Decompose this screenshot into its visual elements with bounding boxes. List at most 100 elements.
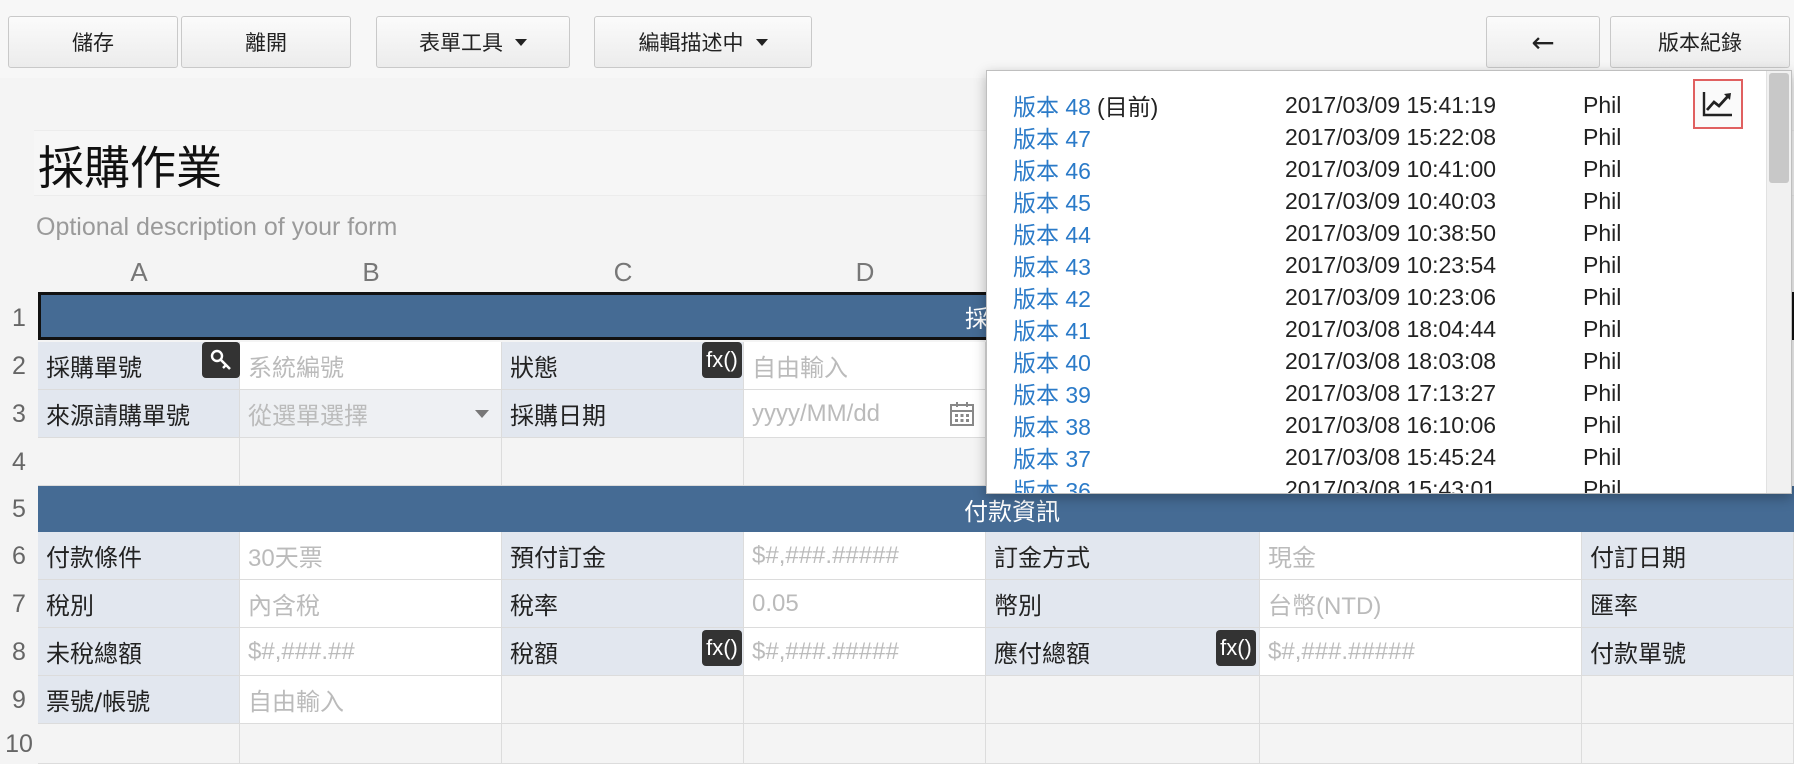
chevron-down-icon	[475, 410, 489, 418]
row-header-3[interactable]: 3	[0, 390, 38, 438]
cell-c3[interactable]: 採購日期	[502, 390, 744, 438]
version-date: 2017/03/08 17:13:27	[1285, 379, 1497, 406]
column-header-c[interactable]: C	[502, 252, 744, 292]
version-link[interactable]: 版本 45	[1013, 184, 1091, 218]
row-header-5[interactable]: 5	[0, 486, 38, 532]
cell-a9[interactable]: 票號/帳號	[38, 676, 240, 724]
version-row: 版本 36 2017/03/08 15:43:01 Phil	[1013, 472, 1621, 494]
cell-a6[interactable]: 付款條件	[38, 532, 240, 580]
column-header-d[interactable]: D	[744, 252, 986, 292]
cell-b7-input[interactable]: 內含稅	[240, 580, 502, 628]
version-date: 2017/03/08 18:04:44	[1285, 315, 1497, 342]
version-link[interactable]: 版本 46	[1013, 152, 1091, 186]
cell-d3-date-input[interactable]: yyyy/MM/dd	[744, 390, 986, 438]
edit-description-dropdown[interactable]: 編輯描述中	[594, 16, 812, 68]
cell-f10[interactable]	[1260, 724, 1582, 764]
leave-button[interactable]: 離開	[181, 16, 351, 68]
version-date: 2017/03/09 10:40:03	[1285, 187, 1497, 214]
cell-e6[interactable]: 訂金方式	[986, 532, 1260, 580]
cell-a3[interactable]: 來源請購單號	[38, 390, 240, 438]
cell-a10[interactable]	[38, 724, 240, 764]
version-date: 2017/03/09 10:23:06	[1285, 283, 1497, 310]
version-link[interactable]: 版本 38	[1013, 408, 1091, 442]
version-link[interactable]: 版本 36	[1013, 472, 1091, 493]
calendar-icon[interactable]	[949, 401, 975, 427]
row-header-6[interactable]: 6	[0, 532, 38, 580]
back-button[interactable]: ←	[1486, 16, 1600, 68]
cell-g6[interactable]: 付訂日期	[1582, 532, 1794, 580]
cell-c9[interactable]	[502, 676, 744, 724]
cell-a7[interactable]: 稅別	[38, 580, 240, 628]
row-header-4[interactable]: 4	[0, 438, 38, 486]
row-header-9[interactable]: 9	[0, 676, 38, 724]
cell-g7[interactable]: 匯率	[1582, 580, 1794, 628]
cell-g9[interactable]	[1582, 676, 1794, 724]
cell-b9-input[interactable]: 自由輸入	[240, 676, 502, 724]
row-header-1[interactable]: 1	[0, 294, 38, 342]
version-history-popup: 版本 48 (目前) 2017/03/09 15:41:19 Phil 版本 4…	[986, 70, 1792, 494]
cell-c7[interactable]: 稅率	[502, 580, 744, 628]
column-header-b[interactable]: B	[240, 252, 502, 292]
version-link[interactable]: 版本 42	[1013, 280, 1091, 314]
column-header-a[interactable]: A	[38, 252, 240, 292]
cell-e9[interactable]	[986, 676, 1260, 724]
cell-d9[interactable]	[744, 676, 986, 724]
version-link[interactable]: 版本 40	[1013, 344, 1091, 378]
form-title[interactable]: 採購作業	[38, 132, 222, 198]
version-link[interactable]: 版本 47	[1013, 120, 1091, 154]
row-header-10[interactable]: 10	[0, 724, 38, 764]
cell-d10[interactable]	[744, 724, 986, 764]
version-history-button[interactable]: 版本紀錄	[1610, 16, 1790, 68]
cell-a8[interactable]: 未稅總額	[38, 628, 240, 676]
form-tools-dropdown[interactable]: 表單工具	[376, 16, 570, 68]
version-link[interactable]: 版本 39	[1013, 376, 1091, 410]
version-link[interactable]: 版本 43	[1013, 248, 1091, 282]
cell-d6-input[interactable]: $#,###.#####	[744, 532, 986, 580]
row-header-2[interactable]: 2	[0, 342, 38, 390]
cell-b2-input[interactable]: 系統編號	[240, 342, 502, 390]
cell-c6[interactable]: 預付訂金	[502, 532, 744, 580]
cell-f7-input[interactable]: 台幣(NTD)	[1260, 580, 1582, 628]
cell-d4[interactable]	[744, 438, 986, 486]
cell-g10[interactable]	[1582, 724, 1794, 764]
version-link[interactable]: 版本 37	[1013, 440, 1091, 474]
save-button[interactable]: 儲存	[8, 16, 178, 68]
cell-b8-input[interactable]: $#,###.##	[240, 628, 502, 676]
key-icon[interactable]	[202, 342, 240, 378]
cell-d7-input[interactable]: 0.05	[744, 580, 986, 628]
popup-scrollbar[interactable]	[1766, 71, 1791, 493]
cell-b4[interactable]	[240, 438, 502, 486]
cell-d8-input[interactable]: $#,###.#####	[744, 628, 986, 676]
cell-c4[interactable]	[502, 438, 744, 486]
version-user: Phil	[1583, 251, 1622, 278]
cell-e7[interactable]: 幣別	[986, 580, 1260, 628]
row-header-8[interactable]: 8	[0, 628, 38, 676]
version-row: 版本 41 2017/03/08 18:04:44 Phil	[1013, 312, 1621, 346]
row-header-7[interactable]: 7	[0, 580, 38, 628]
cell-g8[interactable]: 付款單號	[1582, 628, 1794, 676]
version-row: 版本 45 2017/03/09 10:40:03 Phil	[1013, 184, 1621, 218]
scrollbar-thumb[interactable]	[1769, 73, 1789, 183]
cell-d2-input[interactable]: 自由輸入	[744, 342, 986, 390]
version-link[interactable]: 版本 41	[1013, 312, 1091, 346]
version-row: 版本 46 2017/03/09 10:41:00 Phil	[1013, 152, 1621, 186]
cell-f9[interactable]	[1260, 676, 1582, 724]
fx-formula-badge[interactable]: fx()	[1216, 630, 1256, 666]
cell-c10[interactable]	[502, 724, 744, 764]
version-user: Phil	[1583, 283, 1622, 310]
fx-formula-badge[interactable]: fx()	[702, 630, 742, 666]
key-icon	[210, 349, 231, 370]
cell-a4[interactable]	[38, 438, 240, 486]
version-user: Phil	[1583, 347, 1622, 374]
version-link[interactable]: 版本 44	[1013, 216, 1091, 250]
version-link[interactable]: 版本 48	[1013, 88, 1091, 122]
cell-b6-input[interactable]: 30天票	[240, 532, 502, 580]
cell-b10[interactable]	[240, 724, 502, 764]
version-chart-button[interactable]	[1693, 79, 1743, 129]
cell-b3-select[interactable]: 從選單選擇	[240, 390, 502, 438]
cell-f8-input[interactable]: $#,###.#####	[1260, 628, 1582, 676]
cell-e10[interactable]	[986, 724, 1260, 764]
cell-f6-input[interactable]: 現金	[1260, 532, 1582, 580]
form-description[interactable]: Optional description of your form	[36, 213, 397, 242]
fx-formula-badge[interactable]: fx()	[702, 342, 742, 378]
